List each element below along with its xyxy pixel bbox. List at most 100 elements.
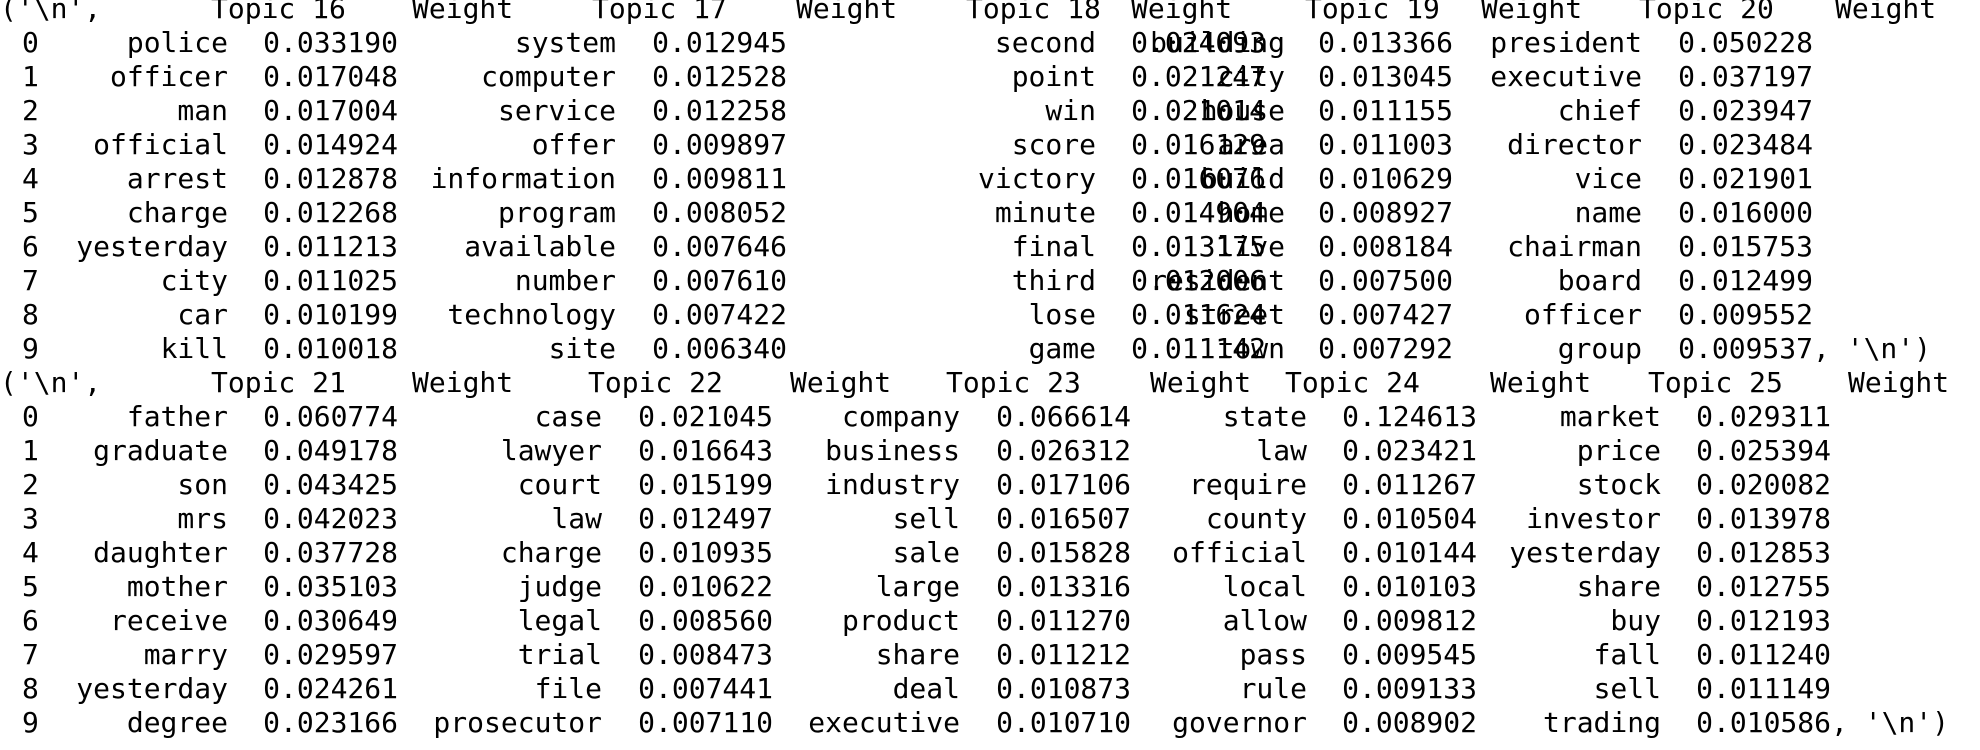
weight-value: 0.011155: [1318, 94, 1453, 127]
topic-word: available: [464, 230, 616, 263]
table-row: 7 city 0.011025 number 0.007610 third 0.012006…: [0, 264, 1980, 298]
weight-value: 0.015828: [996, 536, 1131, 569]
row-index: 7: [22, 638, 39, 671]
weight-value: 0.016643: [638, 434, 773, 467]
column-header-topic: Topic 16: [211, 0, 346, 25]
topic-word: game: [1028, 332, 1096, 365]
column-header-topic: Topic 25: [1648, 366, 1783, 399]
column-header-weight: Weight: [1848, 366, 1950, 399]
weight-value: 0.015753: [1678, 230, 1813, 263]
row-index: 8: [22, 298, 39, 331]
weight-value: 0.029311: [1696, 400, 1831, 433]
topic-word: sell: [1593, 672, 1661, 705]
topic-word: state: [1222, 400, 1307, 433]
weight-value: 0.009811: [652, 162, 787, 195]
topic-word: official: [93, 128, 228, 161]
weight-value: 0.010504: [1342, 502, 1477, 535]
weight-value: 0.043425: [263, 468, 398, 501]
topic-word: site: [548, 332, 616, 365]
row-index: 2: [22, 94, 39, 127]
topic-word: second: [994, 26, 1096, 59]
topic-word: buy: [1610, 604, 1661, 637]
weight-value: 0.008927: [1318, 196, 1453, 229]
column-header-topic: Topic 24: [1285, 366, 1420, 399]
topic-word: trading: [1542, 706, 1661, 739]
topic-word: yesterday: [1509, 536, 1661, 569]
table-row: 3 mrs 0.042023 law 0.012497 sell 0.016507 count…: [0, 502, 1980, 536]
topic-word: prosecutor: [433, 706, 602, 739]
weight-value: 0.010629: [1318, 162, 1453, 195]
weight-value: 0.025394: [1696, 434, 1831, 467]
weight-value: 0.012878: [263, 162, 398, 195]
weight-value: 0.013045: [1318, 60, 1453, 93]
topic-word: law: [1256, 434, 1307, 467]
weight-value: 0.012853: [1696, 536, 1831, 569]
topic-word: build: [1200, 162, 1285, 195]
weight-value: 0.009812: [1342, 604, 1477, 637]
topic-word: charge: [126, 196, 228, 229]
column-header-weight: Weight: [1481, 0, 1583, 25]
topic-word: fall: [1593, 638, 1661, 671]
weight-value: 0.008052: [652, 196, 787, 229]
row-index: 4: [22, 162, 39, 195]
weight-value: 0.124613: [1342, 400, 1477, 433]
weight-value: 0.017048: [263, 60, 398, 93]
column-header-topic: Topic 23: [946, 366, 1081, 399]
weight-value: 0.007110: [638, 706, 773, 739]
weight-value: 0.015199: [638, 468, 773, 501]
topic-word: system: [514, 26, 616, 59]
table-row: 9 kill 0.010018 site 0.006340 game 0.011142 tow…: [0, 332, 1980, 366]
table-row: 4 arrest 0.012878 information 0.009811 victor…: [0, 162, 1980, 196]
topic-word: area: [1217, 128, 1285, 161]
weight-value: 0.012499: [1678, 264, 1813, 297]
topic-word: minute: [994, 196, 1096, 229]
topic-word: computer: [481, 60, 616, 93]
row-index: 2: [22, 468, 39, 501]
weight-value: 0.006340: [652, 332, 787, 365]
table-row: 3 official 0.014924 offer 0.009897 score 0.016…: [0, 128, 1980, 162]
row-index: 3: [22, 128, 39, 161]
weight-value: 0.037197: [1678, 60, 1813, 93]
row-index: 5: [22, 196, 39, 229]
topic-word: town: [1217, 332, 1285, 365]
topic-word: car: [177, 298, 228, 331]
row-index: 4: [22, 536, 39, 569]
weight-value: 0.010586: [1696, 706, 1831, 739]
weight-value: 0.037728: [263, 536, 398, 569]
weight-value: 0.009537: [1678, 332, 1813, 365]
weight-value: 0.021901: [1678, 162, 1813, 195]
tuple-close-text: , '\n'): [1831, 706, 1950, 739]
topic-word: share: [1576, 570, 1661, 603]
table-row: 2 son 0.043425 court 0.015199 industry 0.01710…: [0, 468, 1980, 502]
topic-word: service: [497, 94, 616, 127]
table-row: 6 receive 0.030649 legal 0.008560 product 0.01…: [0, 604, 1980, 638]
weight-value: 0.007610: [652, 264, 787, 297]
tuple-open-text: ('\n',: [0, 366, 102, 399]
weight-value: 0.010622: [638, 570, 773, 603]
column-header-topic: Topic 20: [1639, 0, 1774, 25]
weight-value: 0.023421: [1342, 434, 1477, 467]
topic-word: business: [825, 434, 960, 467]
topic-word: mother: [126, 570, 228, 603]
weight-value: 0.009545: [1342, 638, 1477, 671]
table-row: 4 daughter 0.037728 charge 0.010935 sale 0.015…: [0, 536, 1980, 570]
topic-word: resident: [1150, 264, 1285, 297]
weight-value: 0.007441: [638, 672, 773, 705]
topic-word: lawyer: [500, 434, 602, 467]
weight-value: 0.066614: [996, 400, 1131, 433]
topic-word: receive: [109, 604, 228, 637]
topic-word: home: [1217, 196, 1285, 229]
topic-word: daughter: [93, 536, 228, 569]
topic-word: final: [1011, 230, 1096, 263]
row-index: 0: [22, 400, 39, 433]
weight-value: 0.010710: [996, 706, 1131, 739]
topic-word: executive: [1490, 60, 1642, 93]
column-header-weight: Weight: [1835, 0, 1937, 25]
weight-value: 0.011240: [1696, 638, 1831, 671]
topic-word: house: [1200, 94, 1285, 127]
weight-value: 0.011267: [1342, 468, 1477, 501]
topic-word: stock: [1576, 468, 1661, 501]
topic-word: third: [1011, 264, 1096, 297]
topic-word: board: [1557, 264, 1642, 297]
topic-word: victory: [977, 162, 1096, 195]
